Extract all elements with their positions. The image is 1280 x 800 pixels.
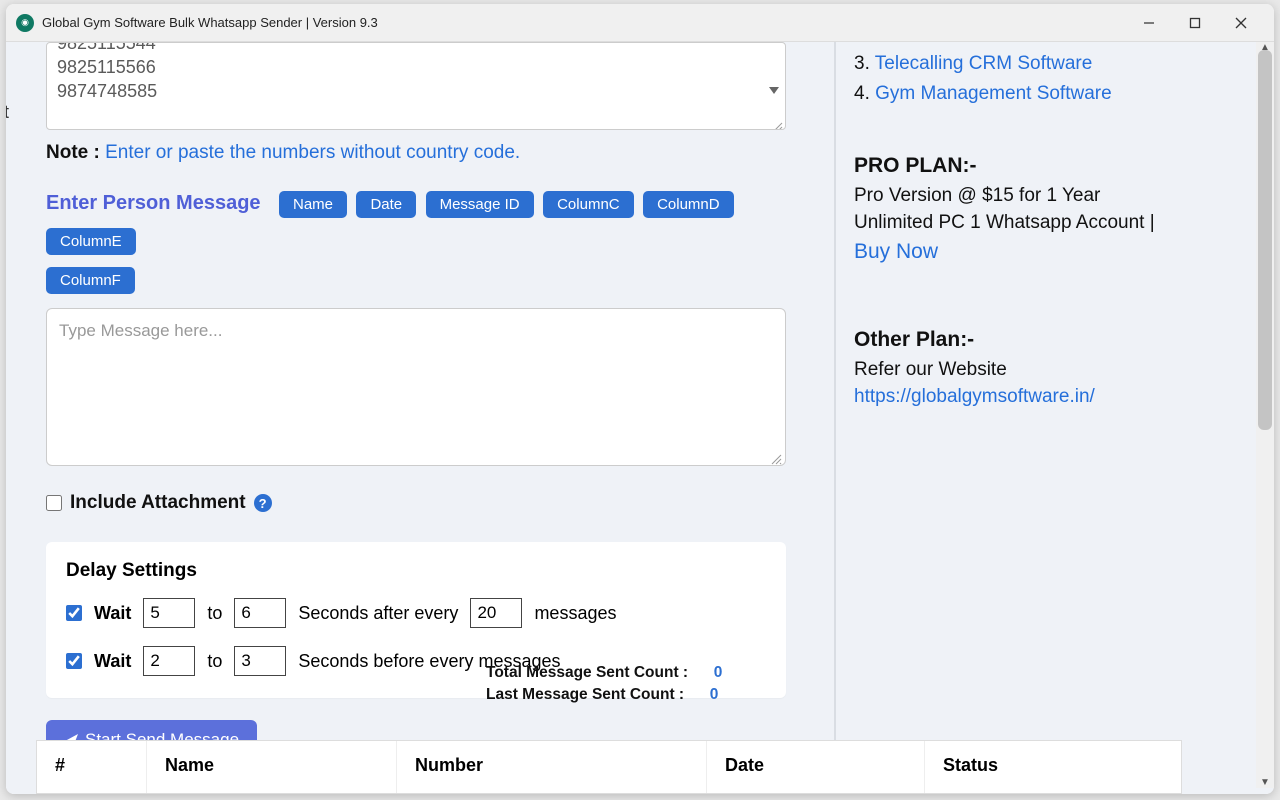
delay1-checkbox[interactable] [66,605,82,621]
scroll-down-icon[interactable]: ▼ [1256,777,1274,788]
delay2-from-input[interactable] [143,646,195,676]
number-line: 9874748585 [57,79,775,103]
message-placeholder: Type Message here... [59,321,222,340]
close-icon [1235,17,1247,29]
last-count-value: 0 [704,686,724,704]
to-label: to [207,603,222,624]
other-plan-heading: Other Plan:- [854,325,1256,355]
resize-handle-icon[interactable] [770,450,782,462]
results-table-header: # Name Number Date Status [36,740,1182,794]
window-title: Global Gym Software Bulk Whatsapp Sender… [42,15,1126,30]
pro-plan-heading: PRO PLAN:- [854,151,1256,181]
delay2-to-input[interactable] [234,646,286,676]
other-plan-line1: Refer our Website [854,356,1256,384]
messages-label: messages [534,603,616,624]
maximize-icon [1189,17,1201,29]
message-textarea[interactable]: Type Message here... [46,308,786,466]
note-text: Enter or paste the numbers without count… [105,142,520,163]
pro-plan-line1: Pro Version @ $15 for 1 Year [854,182,1256,210]
enter-message-title: Enter Person Message [46,192,261,215]
list-number: 4. [854,83,875,104]
total-count-label: Total Message Sent Count : [486,664,688,682]
include-attachment-checkbox[interactable] [46,495,62,511]
th-status: Status [925,741,1181,793]
delay-heading: Delay Settings [66,560,766,582]
after-label: Seconds after every [298,603,458,624]
delay1-to-input[interactable] [234,598,286,628]
delay1-count-input[interactable] [470,598,522,628]
content-area: t 9825115544 9825115566 9874748585 Note … [6,42,1274,794]
message-section-header: Enter Person Message Name Date Message I… [46,164,834,304]
vertical-scrollbar[interactable]: ▲ ▼ [1256,42,1274,788]
th-index: # [37,741,147,793]
wait-label: Wait [94,651,131,672]
delay2-checkbox[interactable] [66,653,82,669]
delay1-from-input[interactable] [143,598,195,628]
resize-handle-icon[interactable] [771,115,783,127]
badge-columnc[interactable]: ColumnC [543,191,634,218]
th-number: Number [397,741,707,793]
badge-columne[interactable]: ColumnE [46,228,136,255]
textarea-scroll-down-icon[interactable] [769,77,781,87]
include-attachment-label: Include Attachment [70,492,246,514]
pro-plan-line2: Unlimited PC 1 Whatsapp Account | [854,212,1155,233]
badge-columnd[interactable]: ColumnD [643,191,734,218]
th-date: Date [707,741,925,793]
titlebar: ◉ Global Gym Software Bulk Whatsapp Send… [6,4,1274,42]
badge-name[interactable]: Name [279,191,347,218]
list-number: 3. [854,53,875,74]
note-label: Note : [46,142,105,163]
minimize-icon [1143,17,1155,29]
numbers-textarea[interactable]: 9825115544 9825115566 9874748585 [46,42,786,130]
th-name: Name [147,741,397,793]
app-window: ◉ Global Gym Software Bulk Whatsapp Send… [6,4,1274,794]
help-icon[interactable]: ? [254,494,272,512]
number-line: 9825115544 [57,42,775,55]
right-panel: 3. Telecalling CRM Software 4. Gym Manag… [834,42,1274,794]
include-attachment-row: Include Attachment ? [46,492,834,514]
buy-now-link[interactable]: Buy Now [854,240,938,263]
window-controls [1126,8,1264,38]
counts-block: Total Message Sent Count : 0 Last Messag… [486,664,728,708]
website-link[interactable]: https://globalgymsoftware.in/ [854,386,1095,407]
gymmgmt-link[interactable]: Gym Management Software [875,83,1112,104]
close-button[interactable] [1218,8,1264,38]
scrollbar-thumb[interactable] [1258,50,1272,430]
badge-message-id[interactable]: Message ID [426,191,534,218]
wait-label: Wait [94,603,131,624]
delay-row-1: Wait to Seconds after every messages [66,598,766,628]
minimize-button[interactable] [1126,8,1172,38]
badge-date[interactable]: Date [356,191,416,218]
badge-columnf[interactable]: ColumnF [46,267,135,294]
maximize-button[interactable] [1172,8,1218,38]
telecalling-link[interactable]: Telecalling CRM Software [875,53,1093,74]
app-icon: ◉ [16,14,34,32]
note-row: Note : Enter or paste the numbers withou… [46,142,834,164]
number-line: 9825115566 [57,55,775,79]
to-label: to [207,651,222,672]
left-panel: 9825115544 9825115566 9874748585 Note : … [6,42,834,794]
last-count-label: Last Message Sent Count : [486,686,684,704]
total-count-value: 0 [708,664,728,682]
